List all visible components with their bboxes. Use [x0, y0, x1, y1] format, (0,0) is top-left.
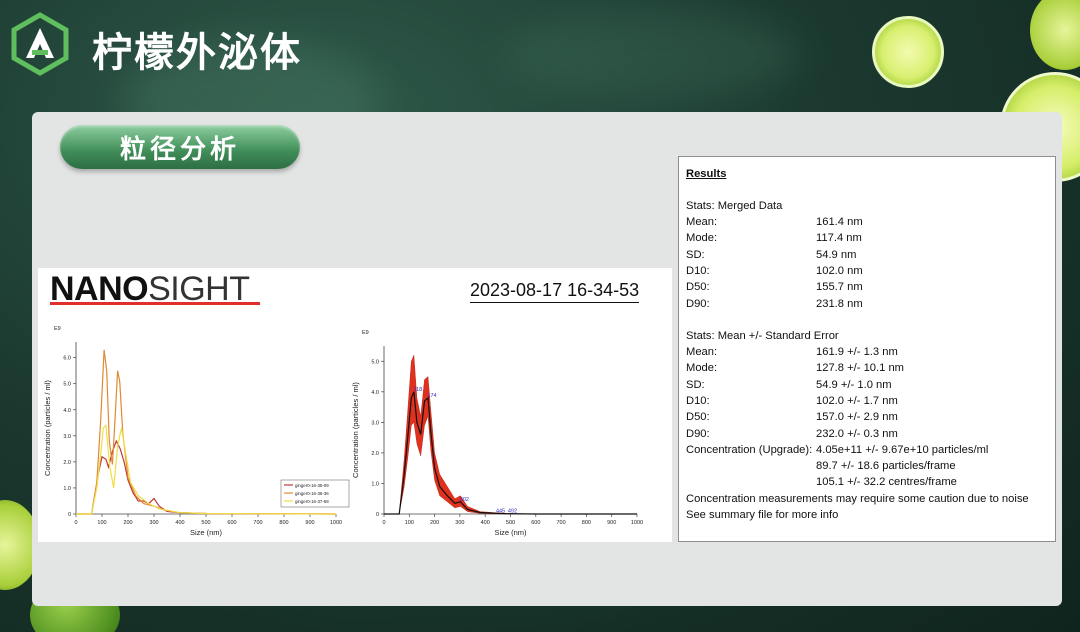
x-tick-label: 800: [279, 520, 288, 526]
lime-slice-decoration: [1030, 0, 1080, 70]
nanosight-report: NANOSIGHT 2023-08-17 16-34-53 0 100 200 300…: [38, 268, 672, 542]
x-tick-label: 300: [455, 520, 464, 526]
x-axis-label: Size (nm): [494, 528, 527, 537]
y-axis-label: Concentration (particles / ml): [351, 382, 360, 478]
x-tick-label: 800: [582, 520, 591, 526]
y-tick-label: 2.0: [371, 451, 379, 457]
x-tick-label: 900: [305, 520, 314, 526]
report-timestamp: 2023-08-17 16-34-53: [470, 280, 640, 303]
error-band: [384, 355, 637, 515]
stat-value: 157.0 +/- 2.9 nm: [816, 411, 898, 424]
y-tick-label: 2.0: [63, 460, 71, 466]
y-multiplier-label: E9: [362, 330, 369, 336]
x-tick-label: 600: [531, 520, 540, 526]
stat-value: 155.7 nm: [816, 281, 863, 294]
stat-value: 54.9 +/- 1.0 nm: [816, 378, 892, 391]
stat-value: 127.8 +/- 10.1 nm: [816, 362, 905, 375]
stat-label: SD:: [686, 248, 705, 261]
legend-label: ginger0-16-37-58: [295, 499, 329, 504]
stat-label: D10:: [686, 264, 710, 277]
y-tick-label: 5.0: [371, 359, 379, 365]
stat-label: Mode:: [686, 232, 718, 245]
concentration-value: 89.7 +/- 18.6 particles/frame: [816, 460, 956, 472]
lime-slice-decoration: [872, 16, 944, 88]
stat-value: 117.4 nm: [816, 232, 862, 245]
section-label: 粒径分析: [60, 125, 300, 169]
stat-label: Mean:: [686, 216, 718, 228]
x-tick-label: 100: [97, 520, 106, 526]
y-tick-label: 0: [376, 512, 379, 518]
y-tick-label: 5.0: [63, 382, 71, 388]
stat-value: 102.0 nm: [816, 264, 863, 277]
brand-logo-icon: [11, 12, 69, 76]
stat-value: 231.8 nm: [816, 297, 863, 310]
x-tick-label: 1000: [631, 520, 643, 526]
stat-label: D90:: [686, 427, 710, 440]
stat-label: SD:: [686, 378, 705, 391]
stat-label: D50:: [686, 411, 710, 424]
stat-value: 161.9 +/- 1.3 nm: [816, 346, 898, 358]
peak-label: 118: [413, 387, 422, 393]
y-tick-label: 3.0: [371, 420, 379, 426]
x-tick-label: 500: [201, 520, 210, 526]
results-heading: Results: [686, 168, 727, 180]
x-tick-label: 400: [175, 520, 184, 526]
y-tick-label: 1.0: [371, 481, 379, 487]
y-axis-label: Concentration (particles / ml): [43, 380, 52, 476]
stat-value: 102.0 +/- 1.7 nm: [816, 394, 898, 407]
merged-data-title: Stats: Merged Data: [686, 200, 783, 212]
chart-left: 0 100 200 300 400 500 600 700 800 900 1000 0 1.0 2.0 3…: [43, 326, 350, 537]
x-tick-label: 600: [227, 520, 236, 526]
stat-label: Mode:: [686, 362, 718, 375]
y-tick-label: 1.0: [63, 486, 71, 492]
legend-label: ginger0-16-35-09: [295, 483, 329, 488]
x-tick-label: 0: [382, 520, 385, 526]
peak-label: 445: [496, 508, 505, 514]
page-title: 柠檬外泌体: [92, 30, 302, 76]
peak-label: 492: [508, 509, 517, 515]
concentration-value: 105.1 +/- 32.2 centres/frame: [816, 476, 957, 488]
logo-underline: [50, 302, 260, 305]
y-multiplier-label: E9: [54, 326, 61, 332]
stat-label: Mean:: [686, 346, 718, 358]
results-note: See summary file for more info: [686, 509, 839, 521]
stat-value: 232.0 +/- 0.3 nm: [816, 427, 898, 440]
x-tick-label: 100: [405, 520, 414, 526]
stat-label: D90:: [686, 297, 710, 310]
peak-label: 174: [427, 393, 436, 399]
x-tick-label: 200: [123, 520, 132, 526]
x-tick-label: 300: [149, 520, 158, 526]
x-tick-label: 0: [74, 520, 77, 526]
y-tick-label: 4.0: [63, 408, 71, 414]
x-tick-label: 400: [481, 520, 490, 526]
x-tick-label: 700: [557, 520, 566, 526]
y-tick-label: 3.0: [63, 434, 71, 440]
x-tick-label: 500: [506, 520, 515, 526]
stat-label: D50:: [686, 281, 710, 294]
mean-se-title: Stats: Mean +/- Standard Error: [686, 330, 839, 342]
y-tick-label: 6.0: [63, 356, 71, 362]
legend-label: ginger0-16-36-36: [295, 491, 329, 496]
y-tick-label: 0: [68, 512, 71, 518]
x-axis-label: Size (nm): [190, 528, 223, 537]
peak-label: 302: [460, 497, 469, 503]
stat-label: D10:: [686, 394, 710, 407]
stat-value: 161.4 nm: [816, 216, 863, 228]
concentration-value: 4.05e+11 +/- 9.67e+10 particles/ml: [816, 444, 989, 456]
concentration-label: Concentration (Upgrade):: [686, 444, 813, 456]
stat-value: 54.9 nm: [816, 248, 857, 261]
x-tick-label: 1000: [330, 520, 342, 526]
x-tick-label: 200: [430, 520, 439, 526]
y-tick-label: 4.0: [371, 390, 379, 396]
results-note: Concentration measurements may require s…: [686, 493, 1029, 505]
x-tick-label: 700: [253, 520, 262, 526]
results-panel: Results Stats: Merged Data Mean: 161.4 nm…: [678, 156, 1056, 542]
chart-right: 0 100 200 300 400 500 600 700 800 900 1000 0 1.0 2.0 3…: [351, 330, 643, 537]
x-tick-label: 900: [607, 520, 616, 526]
